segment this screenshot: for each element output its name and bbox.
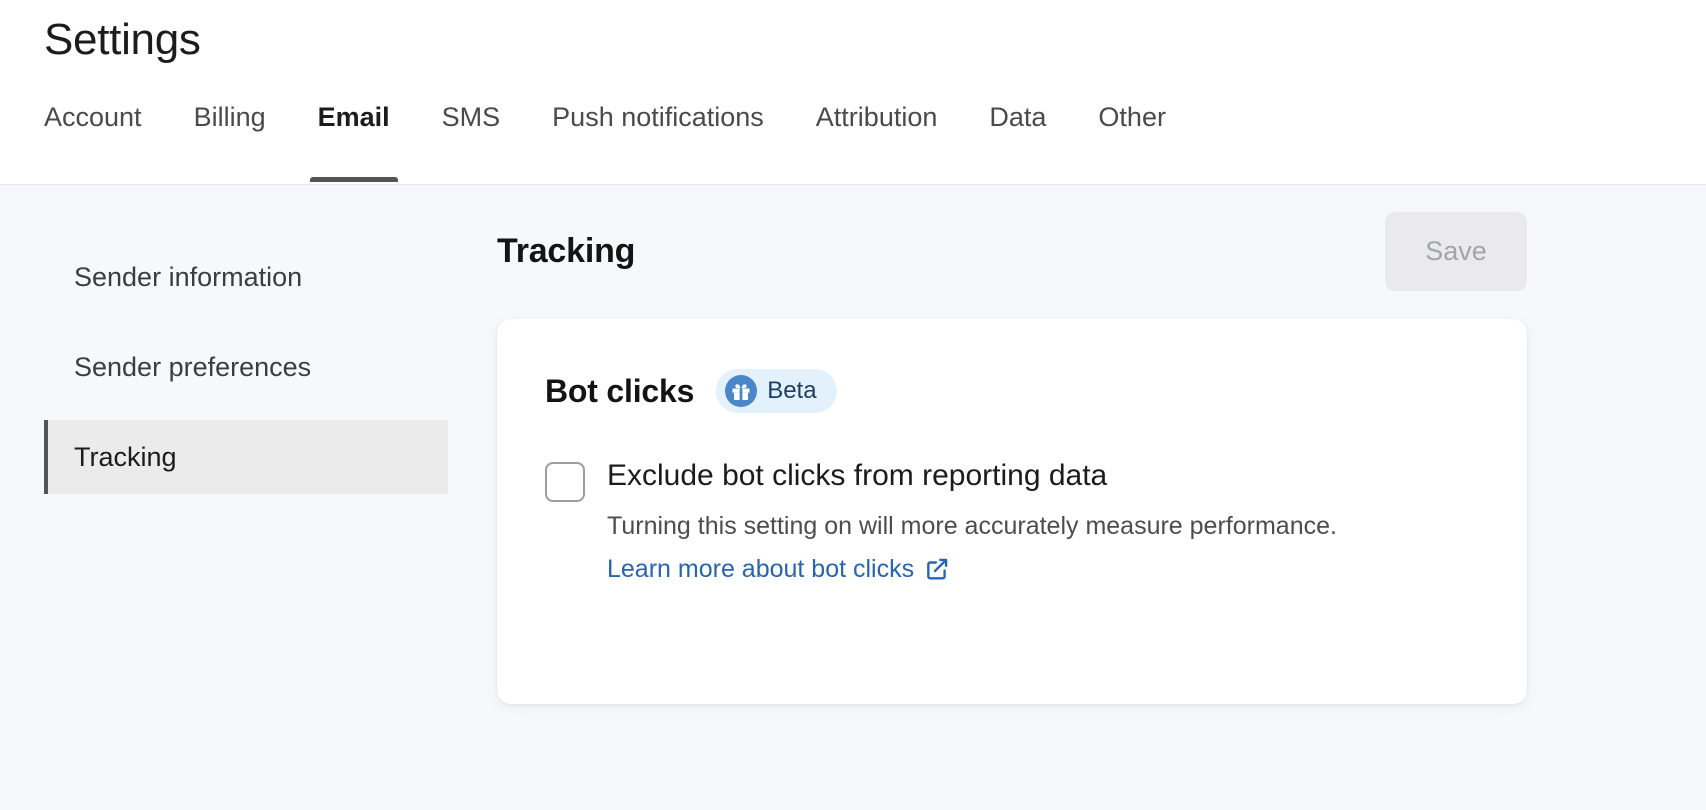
exclude-bot-clicks-row: Exclude bot clicks from reporting data T…	[545, 455, 1479, 589]
tab-data[interactable]: Data	[963, 100, 1072, 182]
tab-label: Push notifications	[552, 100, 764, 134]
exclude-bot-clicks-checkbox[interactable]	[545, 462, 585, 502]
settings-body: Sender information Sender preferences Tr…	[0, 185, 1706, 810]
exclude-bot-clicks-label[interactable]: Exclude bot clicks from reporting data	[607, 455, 1337, 497]
settings-tab-bar: Account Billing Email SMS Push notificat…	[44, 100, 1192, 182]
tab-email[interactable]: Email	[292, 100, 416, 182]
main-header-row: Tracking Save	[497, 185, 1527, 281]
tab-billing[interactable]: Billing	[168, 100, 292, 182]
save-button[interactable]: Save	[1385, 212, 1527, 291]
settings-sidebar: Sender information Sender preferences Tr…	[0, 185, 497, 810]
sidebar-item-label: Sender information	[74, 262, 302, 293]
tab-sms[interactable]: SMS	[416, 100, 527, 182]
bot-clicks-card: Bot clicks Beta Exclude bot c	[497, 319, 1527, 704]
page-title: Settings	[44, 8, 201, 72]
tab-label: Email	[318, 100, 390, 134]
checkbox-text-group: Exclude bot clicks from reporting data T…	[607, 455, 1337, 589]
gift-icon	[725, 375, 757, 407]
learn-more-link[interactable]: Learn more about bot clicks	[607, 549, 950, 589]
exclude-bot-clicks-description: Turning this setting on will more accura…	[607, 505, 1337, 547]
badge-label: Beta	[767, 378, 816, 404]
status-badge: Beta	[716, 369, 836, 413]
sidebar-item-sender-information[interactable]: Sender information	[44, 240, 448, 314]
section-title: Tracking	[497, 232, 635, 271]
sidebar-item-label: Tracking	[74, 442, 177, 473]
settings-header: Settings Account Billing Email SMS Push …	[0, 0, 1706, 185]
sidebar-item-sender-preferences[interactable]: Sender preferences	[44, 330, 448, 404]
tab-label: Attribution	[816, 100, 938, 134]
external-link-icon	[924, 556, 950, 582]
settings-main-content: Tracking Save Bot clicks Beta	[497, 185, 1706, 810]
sidebar-item-label: Sender preferences	[74, 352, 311, 383]
tab-label: SMS	[442, 100, 501, 134]
tab-account[interactable]: Account	[44, 100, 168, 182]
tab-push-notifications[interactable]: Push notifications	[526, 100, 790, 182]
learn-more-label: Learn more about bot clicks	[607, 549, 914, 589]
tab-label: Data	[989, 100, 1046, 134]
tab-other[interactable]: Other	[1072, 100, 1192, 182]
card-header: Bot clicks Beta	[545, 369, 1479, 413]
tab-attribution[interactable]: Attribution	[790, 100, 964, 182]
tab-label: Other	[1098, 100, 1166, 134]
tab-label: Billing	[194, 100, 266, 134]
tab-label: Account	[44, 100, 142, 134]
card-title: Bot clicks	[545, 373, 694, 410]
sidebar-item-tracking[interactable]: Tracking	[44, 420, 448, 494]
